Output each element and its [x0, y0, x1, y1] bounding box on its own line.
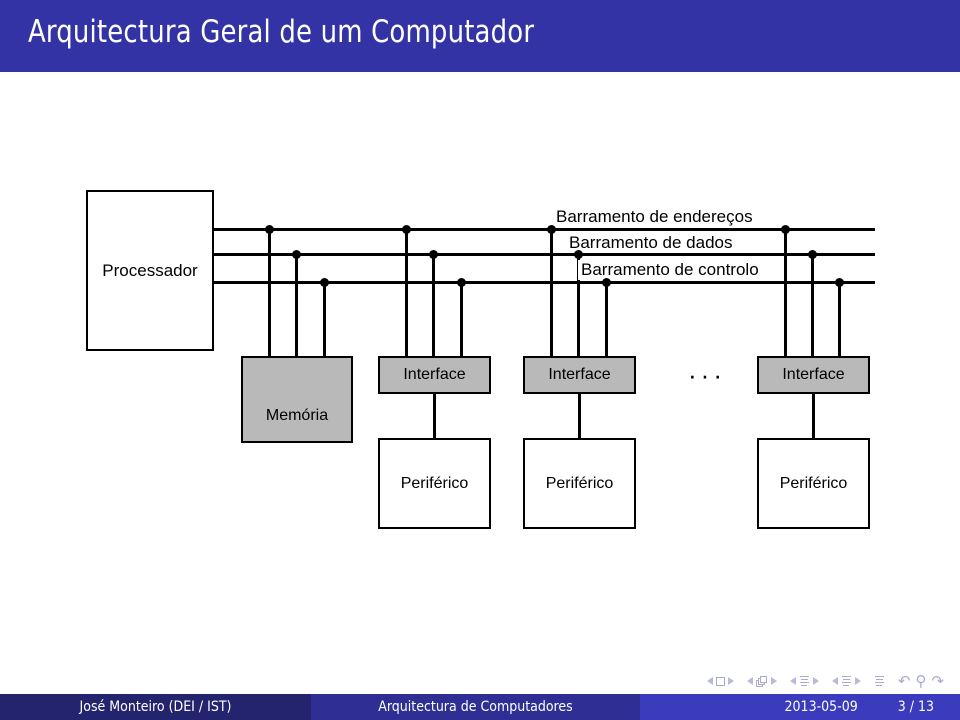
peripheral-block-2: Periférico: [523, 438, 636, 529]
memory-block: Memória: [241, 356, 353, 443]
processor-label: Processador: [102, 260, 198, 280]
footer-date: 2013-05-09: [784, 699, 858, 715]
interface-2-control-drop: [605, 282, 608, 356]
interface-block-2: Interface: [523, 356, 636, 394]
peripheral-label: Periférico: [779, 474, 848, 492]
memory-address-junction: [265, 225, 274, 234]
interface-3-data-drop: [811, 254, 814, 356]
memory-control-drop: [323, 282, 326, 356]
interface-3-peripheral-connector: [812, 394, 815, 438]
footer-course-title: Arquitectura de Computadores: [311, 694, 640, 720]
interface-2-peripheral-connector: [578, 394, 581, 438]
memory-address-drop: [268, 229, 271, 356]
interface-2-data-junction: [574, 250, 583, 259]
slide-navigation-group[interactable]: [706, 676, 734, 686]
subsection-navigation-group[interactable]: [789, 675, 819, 687]
section-navigation-group[interactable]: [831, 675, 861, 687]
prev-slide-icon[interactable]: [706, 677, 713, 685]
subsection-icon[interactable]: [799, 675, 810, 687]
slide-footer: José Monteiro (DEI / IST) Arquitectura d…: [0, 694, 960, 720]
footer-author: José Monteiro (DEI / IST): [0, 694, 311, 720]
interface-1-peripheral-connector: [433, 394, 436, 438]
frame-navigation-group[interactable]: [746, 675, 777, 687]
peripheral-block-3: Periférico: [757, 438, 870, 529]
peripheral-block-1: Periférico: [378, 438, 491, 529]
back-icon[interactable]: ↶: [898, 674, 911, 689]
peripheral-label: Periférico: [400, 474, 469, 492]
footer-meta: 2013-05-09 3 / 13: [640, 694, 960, 720]
interface-3-control-drop: [838, 282, 841, 356]
interface-3-address-junction: [781, 225, 790, 234]
page-title: Arquitectura Geral de um Computador: [28, 14, 535, 50]
interface-2-control-junction: [602, 278, 611, 287]
prev-section-icon[interactable]: [831, 677, 838, 685]
interface-block-1: Interface: [378, 356, 491, 394]
peripheral-label: Periférico: [545, 474, 614, 492]
search-icon[interactable]: ⚲: [915, 674, 926, 689]
interface-1-control-junction: [457, 278, 466, 287]
processor-block: Processador: [86, 190, 214, 351]
next-subsection-icon[interactable]: [812, 677, 819, 685]
interface-1-data-drop: [432, 254, 435, 356]
document-icon[interactable]: [874, 675, 885, 687]
interface-label: Interface: [403, 366, 466, 383]
slide-content: Processador Barramento de endereços Barr…: [0, 75, 960, 660]
interface-2-address-drop: [550, 229, 553, 356]
section-icon[interactable]: [841, 675, 852, 687]
prev-frame-icon[interactable]: [746, 677, 753, 685]
interface-3-data-junction: [808, 250, 817, 259]
memory-control-junction: [320, 278, 329, 287]
interface-3-control-junction: [835, 278, 844, 287]
address-bus-label: Barramento de endereços: [553, 207, 756, 227]
interface-2-address-junction: [547, 225, 556, 234]
computer-architecture-diagram: Processador Barramento de endereços Barr…: [0, 75, 960, 660]
next-section-icon[interactable]: [854, 677, 861, 685]
next-slide-icon[interactable]: [727, 677, 734, 685]
interface-1-control-drop: [460, 282, 463, 356]
interface-1-data-junction: [429, 250, 438, 259]
ellipsis-indicator: ···: [688, 359, 726, 390]
forward-icon[interactable]: ↷: [931, 674, 944, 689]
prev-subsection-icon[interactable]: [789, 677, 796, 685]
memory-label: Memória: [265, 407, 329, 424]
interface-1-address-junction: [402, 225, 411, 234]
address-bus-line: [214, 228, 875, 231]
control-bus-line: [214, 281, 875, 284]
memory-data-junction: [292, 250, 301, 259]
navigation-icons[interactable]: ↶ ⚲ ↷: [706, 668, 944, 694]
slide-icon[interactable]: [715, 676, 725, 686]
footer-page-number: 3 / 13: [897, 699, 934, 715]
interface-1-address-drop: [405, 229, 408, 356]
interface-label: Interface: [548, 366, 611, 383]
interface-3-address-drop: [784, 229, 787, 356]
data-bus-label: Barramento de dados: [566, 233, 736, 253]
data-bus-line: [214, 253, 875, 256]
beamer-navigation-strip: ↶ ⚲ ↷: [0, 668, 960, 694]
history-navigation-group[interactable]: ↶ ⚲ ↷: [898, 674, 944, 689]
control-bus-label: Barramento de controlo: [578, 260, 762, 280]
slide-title-bar: Arquitectura Geral de um Computador: [0, 0, 960, 72]
frame-icon[interactable]: [755, 675, 768, 687]
interface-label: Interface: [782, 366, 845, 383]
interface-block-3: Interface: [757, 356, 870, 394]
next-frame-icon[interactable]: [770, 677, 777, 685]
memory-data-drop: [295, 254, 298, 356]
